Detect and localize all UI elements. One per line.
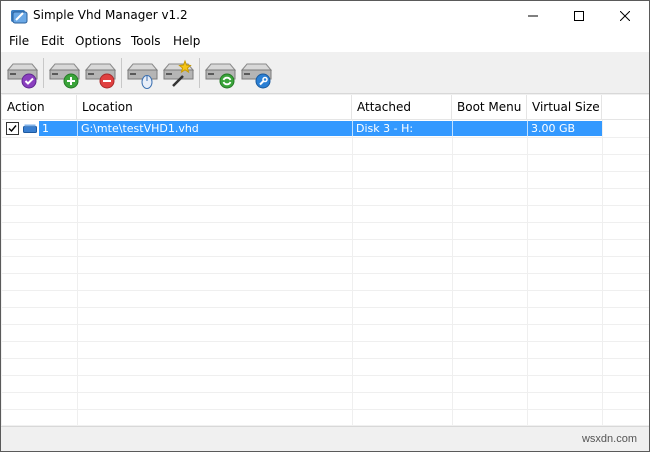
status-bar: wsxdn.com: [1, 426, 649, 451]
menu-tools[interactable]: Tools: [131, 34, 161, 48]
title-bar: Simple Vhd Manager v1.2: [1, 1, 649, 31]
grid-hline: [2, 392, 649, 393]
grid-vline: [602, 120, 603, 425]
grid-vline: [77, 120, 78, 425]
checkmark-icon: [8, 125, 17, 133]
cell-boot-menu: [453, 121, 527, 136]
disk-check-icon[interactable]: [5, 56, 39, 90]
grid-hline: [2, 375, 649, 376]
cell-action: 1: [42, 122, 49, 135]
grid-hline: [2, 188, 649, 189]
window-title: Simple Vhd Manager v1.2: [33, 8, 188, 22]
disk-refresh-icon[interactable]: [203, 56, 237, 90]
cell-location: G:\mte\testVHD1.vhd: [81, 122, 199, 135]
column-header-boot-menu[interactable]: Boot Menu: [452, 95, 527, 120]
close-icon: [620, 11, 630, 21]
menu-edit[interactable]: Edit: [41, 34, 64, 48]
disk-settings-icon[interactable]: [239, 56, 273, 90]
watermark-text: wsxdn.com: [581, 433, 637, 445]
menu-file[interactable]: File: [9, 34, 29, 48]
column-header-attached[interactable]: Attached: [352, 95, 452, 120]
toolbar-separator: [121, 58, 122, 88]
grid-hline: [2, 273, 649, 274]
toolbar-separator: [43, 58, 44, 88]
minimize-button[interactable]: [510, 1, 556, 31]
menu-options[interactable]: Options: [75, 34, 121, 48]
grid-hline: [2, 205, 649, 206]
maximize-icon: [574, 11, 584, 21]
maximize-button[interactable]: [556, 1, 602, 31]
disk-mouse-icon[interactable]: [125, 56, 159, 90]
menu-bar: File Edit Options Tools Help: [1, 31, 649, 52]
grid-vline: [452, 120, 453, 425]
column-header-location[interactable]: Location: [77, 95, 352, 120]
toolbar: [1, 52, 649, 94]
grid-hline: [2, 171, 649, 172]
vhd-list[interactable]: Action Location Attached Boot Menu Virtu…: [2, 95, 649, 425]
app-logo-icon: [11, 10, 28, 24]
column-header-action[interactable]: Action: [2, 95, 77, 120]
close-button[interactable]: [602, 1, 648, 31]
cell-attached: Disk 3 - H:: [356, 122, 414, 135]
grid-hline: [2, 341, 649, 342]
toolbar-separator: [199, 58, 200, 88]
row-checkbox[interactable]: [6, 122, 19, 135]
menu-help[interactable]: Help: [173, 34, 200, 48]
disk-add-icon[interactable]: [47, 56, 81, 90]
minimize-icon: [528, 15, 538, 17]
grid-vline: [352, 120, 353, 425]
grid-hline: [2, 239, 649, 240]
grid-hline: [2, 222, 649, 223]
grid-hline: [2, 358, 649, 359]
grid-hline: [2, 256, 649, 257]
grid-hline: [2, 154, 649, 155]
grid-hline: [2, 324, 649, 325]
grid-hline: [2, 290, 649, 291]
disk-wand-icon[interactable]: [161, 56, 195, 90]
disk-remove-icon[interactable]: [83, 56, 117, 90]
column-header-virtual-size[interactable]: Virtual Size: [527, 95, 602, 120]
list-header: Action Location Attached Boot Menu Virtu…: [2, 95, 649, 120]
app-window: Simple Vhd Manager v1.2 File Edit Option…: [0, 0, 650, 452]
table-row[interactable]: 1 G:\mte\testVHD1.vhd Disk 3 - H: 3.00 G…: [2, 120, 649, 137]
grid-vline: [527, 120, 528, 425]
grid-hline: [2, 409, 649, 410]
grid-hline: [2, 137, 649, 138]
disk-icon: [23, 124, 37, 133]
grid-hline: [2, 307, 649, 308]
cell-virtual-size: 3.00 GB: [531, 122, 576, 135]
